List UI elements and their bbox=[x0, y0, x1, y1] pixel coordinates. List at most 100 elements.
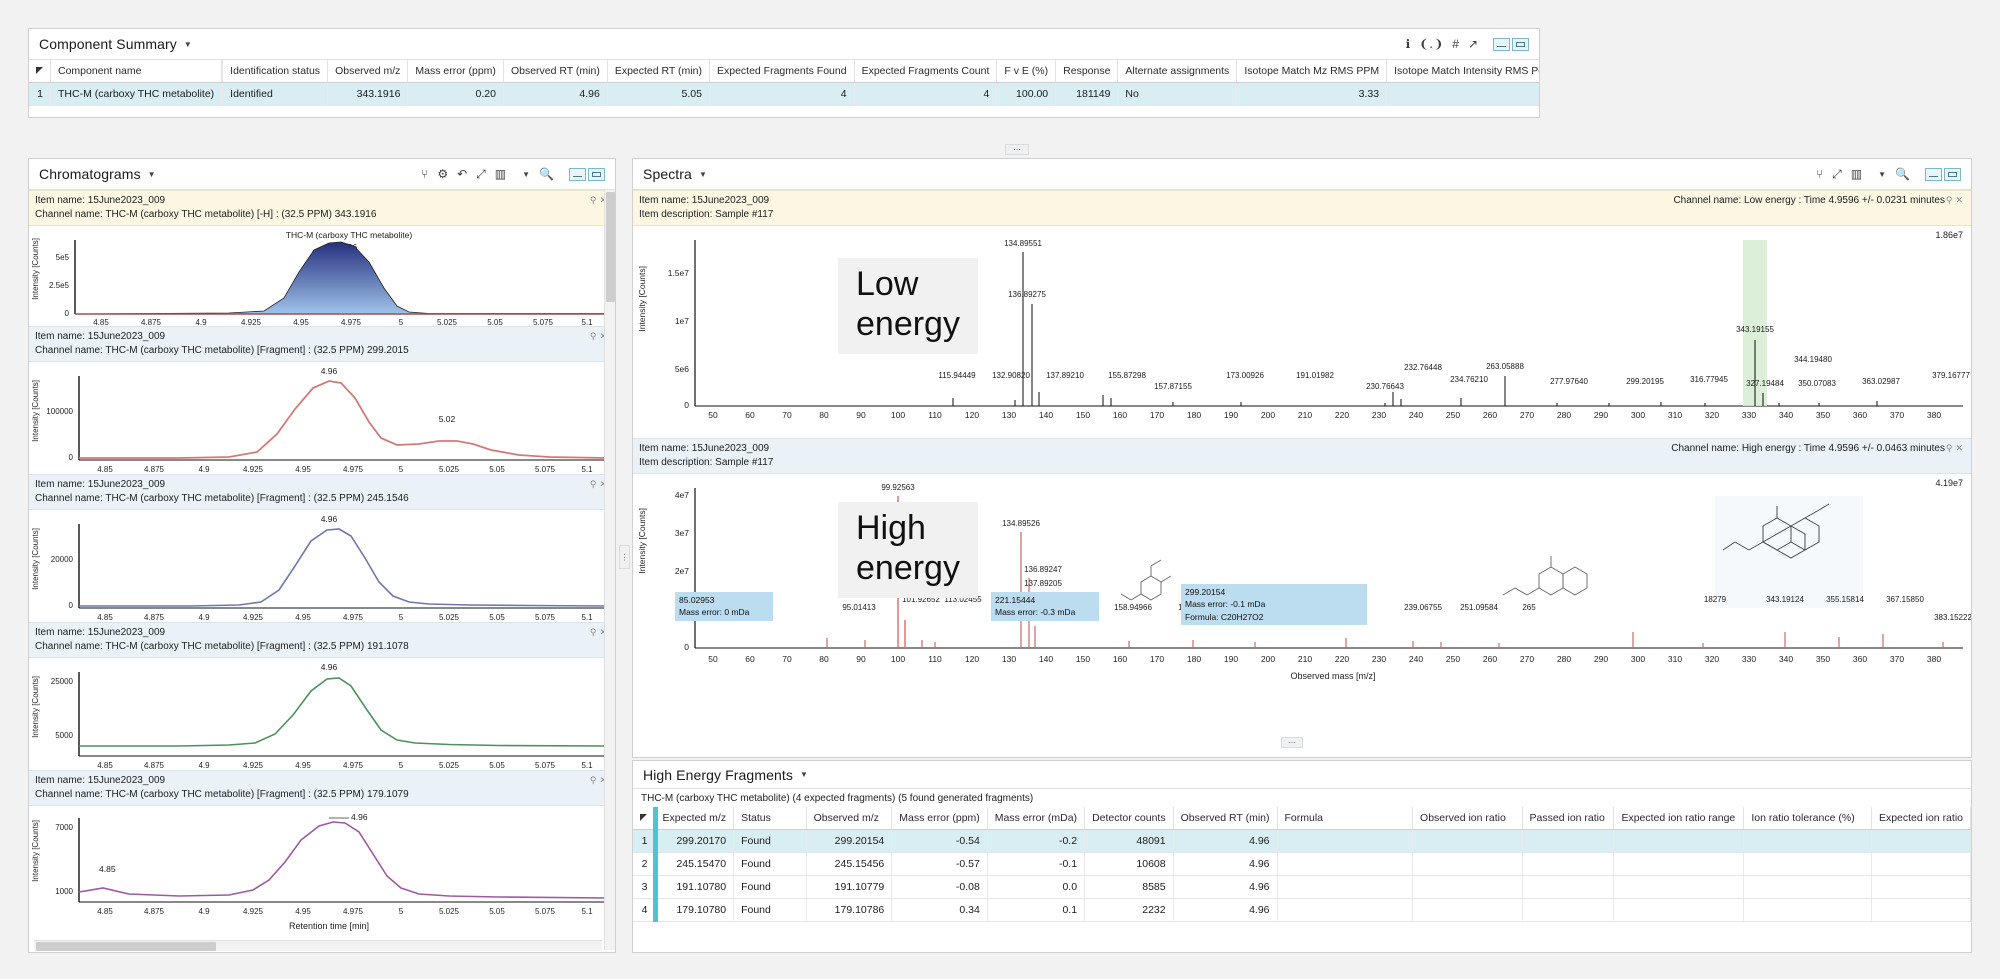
chromatogram-plot-4[interactable]: 4.96 25000 5000 4.85 4.875 4.9 4.925 4.9… bbox=[29, 658, 615, 770]
col-observed-mz[interactable]: Observed m/z bbox=[327, 60, 409, 83]
col-expected-fragments-found[interactable]: Expected Fragments Found bbox=[709, 60, 855, 83]
col-component-name[interactable]: Component name bbox=[50, 60, 223, 83]
col-observed-rt[interactable]: Observed RT (min) bbox=[503, 60, 608, 83]
col-isotope-match-intensity-rms[interactable]: Isotope Match Intensity RMS Percent bbox=[1386, 60, 1539, 83]
pin-close-icons-high[interactable]: ⚲✕ bbox=[1946, 442, 1966, 454]
autoscale-icon[interactable]: ⤢ bbox=[1832, 168, 1842, 180]
table-row[interactable]: 1 299.20170 Found 299.20154 -0.54 -0.2 4… bbox=[633, 829, 1971, 853]
spectra-bottom-splitter[interactable]: ⋯ bbox=[1281, 737, 1303, 748]
cell-expected-ion-ratio-range bbox=[1613, 875, 1745, 899]
table-row[interactable]: 3 191.10780 Found 191.10779 -0.08 0.0 85… bbox=[633, 875, 1971, 899]
col-expected-ion-ratio-range[interactable]: Expected ion ratio range bbox=[1613, 807, 1745, 830]
svg-text:370: 370 bbox=[1890, 654, 1904, 664]
svg-text:310: 310 bbox=[1668, 654, 1682, 664]
pin-close-icons-low[interactable]: ⚲✕ bbox=[1946, 194, 1966, 206]
annotation-85-error: Mass error: 0 mDa bbox=[679, 607, 750, 618]
horizontal-splitter-handle[interactable]: ⋯ bbox=[1005, 144, 1029, 155]
col-formula[interactable]: Formula bbox=[1277, 807, 1414, 830]
window-buttons bbox=[569, 167, 605, 181]
col-expected-ion-ratio[interactable]: Expected ion ratio bbox=[1871, 807, 1971, 830]
col-observed-ion-ratio[interactable]: Observed ion ratio bbox=[1412, 807, 1523, 830]
col-expected-fragments-count[interactable]: Expected Fragments Count bbox=[854, 60, 998, 83]
zoom-icon[interactable]: 🔍 bbox=[1895, 168, 1910, 180]
col-status[interactable]: Status bbox=[733, 807, 807, 830]
col-ion-ratio-tolerance[interactable]: Ion ratio tolerance (%) bbox=[1743, 807, 1872, 830]
col-mass-error-ppm-frag[interactable]: Mass error (ppm) bbox=[891, 807, 988, 830]
chromatogram-plot-3[interactable]: 4.96 20000 0 4.85 4.875 4.9 4.925 4.95 4… bbox=[29, 510, 615, 622]
sort-indicator[interactable] bbox=[29, 60, 51, 83]
chevron-down-icon[interactable]: ▼ bbox=[1878, 170, 1886, 179]
col-observed-rt-frag[interactable]: Observed RT (min) bbox=[1173, 807, 1278, 830]
col-identification-status[interactable]: Identification status bbox=[222, 60, 329, 83]
item-name-2: Item name: 15June2023_009 bbox=[35, 331, 166, 342]
peaks-icon[interactable]: ⑂ bbox=[421, 168, 428, 180]
undo-icon[interactable]: ↶ bbox=[457, 168, 467, 180]
chevron-down-icon[interactable]: ▼ bbox=[184, 40, 192, 49]
col-mass-error-mda[interactable]: Mass error (mDa) bbox=[987, 807, 1086, 830]
svg-text:4.925: 4.925 bbox=[243, 465, 264, 474]
maximize-button[interactable] bbox=[588, 167, 605, 181]
gear-icon[interactable]: ⚙ bbox=[437, 168, 448, 180]
share-icon[interactable]: ❨․❩ bbox=[1419, 38, 1443, 50]
spectra-title: Spectra bbox=[643, 166, 692, 182]
svg-text:5: 5 bbox=[399, 465, 404, 474]
peaks-icon[interactable]: ⑂ bbox=[1816, 168, 1823, 180]
chevron-down-icon[interactable]: ▼ bbox=[522, 170, 530, 179]
low-energy-item-header: Item name: 15June2023_009 Item descripti… bbox=[633, 190, 1971, 226]
minimize-button[interactable] bbox=[1493, 37, 1510, 51]
scrollbar-thumb[interactable] bbox=[36, 942, 216, 951]
maximize-button[interactable] bbox=[1512, 37, 1529, 51]
table-row[interactable]: 2 245.15470 Found 245.15456 -0.57 -0.1 1… bbox=[633, 852, 1971, 876]
zoom-icon[interactable]: 🔍 bbox=[539, 168, 554, 180]
annotation-85[interactable]: 85.02953 Mass error: 0 mDa bbox=[675, 592, 773, 621]
chart-type-icon[interactable]: ▥ bbox=[1851, 168, 1862, 180]
vertical-splitter-handle[interactable]: ⋮ bbox=[619, 545, 630, 569]
svg-text:100: 100 bbox=[891, 654, 905, 664]
expand-icon[interactable]: ↗ bbox=[1468, 38, 1478, 50]
table-row[interactable]: 4 179.10780 Found 179.10786 0.34 0.1 223… bbox=[633, 898, 1971, 922]
row-index: 1 bbox=[633, 829, 656, 853]
table-row[interactable]: 1 THC-M (carboxy THC metabolite) Identif… bbox=[29, 82, 1539, 106]
minimize-button[interactable] bbox=[569, 167, 586, 181]
col-expected-rt[interactable]: Expected RT (min) bbox=[607, 60, 710, 83]
chromatogram-plot-5[interactable]: 4.96 4.85 7000 1000 4.85 4.875 4.9 4.925… bbox=[29, 806, 615, 932]
col-passed-ion-ratio[interactable]: Passed ion ratio bbox=[1522, 807, 1615, 830]
chromatogram-plot-1[interactable]: THC-M (carboxy THC metabolite) 4.96 5e5 … bbox=[29, 226, 615, 326]
svg-text:320: 320 bbox=[1705, 654, 1719, 664]
svg-text:100: 100 bbox=[891, 410, 905, 420]
svg-text:1.5e7: 1.5e7 bbox=[668, 268, 690, 278]
fragments-sort-indicator[interactable] bbox=[633, 807, 656, 830]
svg-text:280: 280 bbox=[1557, 410, 1571, 420]
col-observed-mz-frag[interactable]: Observed m/z bbox=[806, 807, 893, 830]
chromatograms-scrollbar[interactable] bbox=[604, 190, 615, 950]
info-icon[interactable]: ℹ bbox=[1406, 38, 1411, 50]
col-expected-mz[interactable]: Expected m/z bbox=[654, 807, 735, 830]
autoscale-icon[interactable]: ⤢ bbox=[476, 168, 486, 180]
col-fve[interactable]: F v E (%) bbox=[996, 60, 1057, 83]
svg-text:340: 340 bbox=[1779, 410, 1793, 420]
col-isotope-match-mz-rms-ppm[interactable]: Isotope Match Mz RMS PPM bbox=[1236, 60, 1388, 83]
annotation-299[interactable]: 299.20154 Mass error: -0.1 mDa Formula: … bbox=[1181, 584, 1367, 625]
col-mass-error-ppm[interactable]: Mass error (ppm) bbox=[407, 60, 504, 83]
annotation-221[interactable]: 221.15444 Mass error: -0.3 mDa bbox=[991, 592, 1099, 621]
chevron-down-icon[interactable]: ▼ bbox=[699, 170, 707, 179]
high-energy-spectrum-plot[interactable]: 4.19e7 4e7 3e7 2e7 1e7 0 bbox=[633, 474, 1971, 686]
chart-type-icon[interactable]: ▥ bbox=[495, 168, 506, 180]
chevron-down-icon[interactable]: ▼ bbox=[800, 770, 808, 779]
maximize-button[interactable] bbox=[1944, 167, 1961, 181]
cell-component-name: THC-M (carboxy THC metabolite) bbox=[50, 82, 223, 106]
component-summary-scrollbar[interactable] bbox=[34, 940, 602, 951]
svg-text:5.05: 5.05 bbox=[487, 318, 503, 326]
cell-status: Found bbox=[733, 852, 807, 876]
chevron-down-icon[interactable]: ▼ bbox=[148, 170, 156, 179]
col-detector-counts[interactable]: Detector counts bbox=[1084, 807, 1174, 830]
chromatogram-plot-2[interactable]: 4.96 5.02 100000 0 4.85 4.875 4.9 4.925 … bbox=[29, 362, 615, 474]
scrollbar-thumb[interactable] bbox=[606, 192, 615, 302]
hash-icon[interactable]: # bbox=[1452, 38, 1459, 50]
table-header-row: Component name Identification status Obs… bbox=[29, 60, 1539, 83]
svg-text:4.925: 4.925 bbox=[243, 907, 264, 916]
minimize-button[interactable] bbox=[1925, 167, 1942, 181]
low-energy-spectrum-plot[interactable]: 1.86e7 1.5e7 1e7 5e6 0 134.89551 136.892… bbox=[633, 226, 1971, 438]
col-alternate-assignments[interactable]: Alternate assignments bbox=[1117, 60, 1238, 83]
col-response[interactable]: Response bbox=[1055, 60, 1119, 83]
